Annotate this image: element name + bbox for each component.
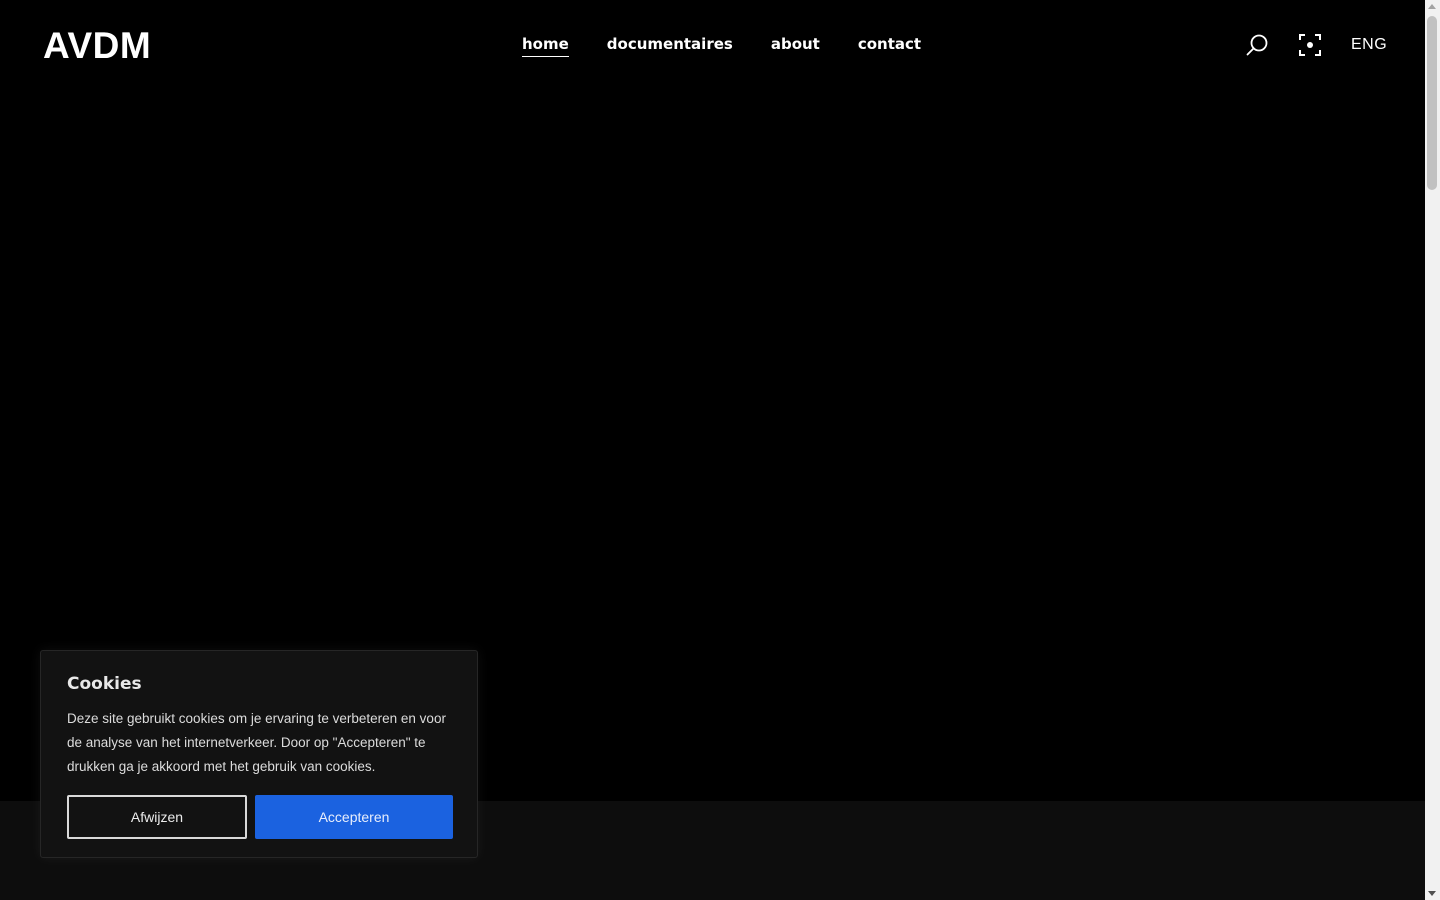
cookie-title: Cookies [67,674,142,694]
reject-cookies-button[interactable]: Afwijzen [67,795,247,839]
vertical-scrollbar[interactable] [1425,0,1440,900]
scroll-up-arrow-icon[interactable] [1428,4,1436,9]
nav-item-about[interactable]: about [771,34,820,57]
main-nav: home documentaires about contact [522,34,921,57]
cookie-banner: Cookies Deze site gebruikt cookies om je… [40,650,478,858]
search-icon[interactable] [1245,33,1269,57]
nav-item-contact[interactable]: contact [858,34,921,57]
site-logo[interactable]: AVDM [43,26,151,66]
focus-mode-icon[interactable] [1298,33,1322,57]
language-switch[interactable]: ENG [1351,36,1387,54]
nav-item-documentaires[interactable]: documentaires [607,34,733,57]
page: AVDM home documentaires about contact EN… [0,0,1425,900]
nav-item-home[interactable]: home [522,34,569,57]
accept-cookies-button[interactable]: Accepteren [255,795,453,839]
cookie-text: Deze site gebruikt cookies om je ervarin… [67,711,446,774]
scroll-down-arrow-icon[interactable] [1428,891,1436,896]
scrollbar-thumb[interactable] [1427,16,1437,190]
site-header: AVDM home documentaires about contact EN… [0,0,1425,90]
